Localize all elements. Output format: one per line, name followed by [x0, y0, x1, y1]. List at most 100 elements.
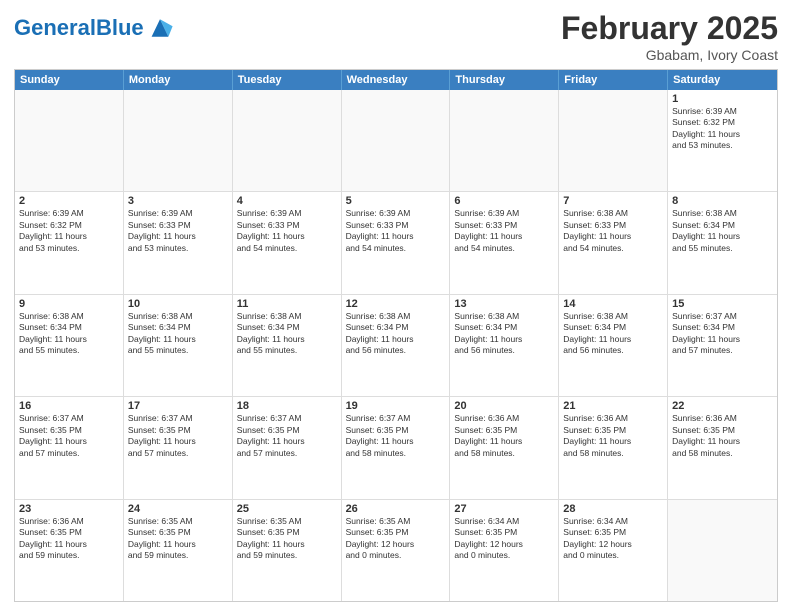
calendar-cell: 24Sunrise: 6:35 AM Sunset: 6:35 PM Dayli…	[124, 500, 233, 601]
calendar-cell: 5Sunrise: 6:39 AM Sunset: 6:33 PM Daylig…	[342, 192, 451, 293]
header-friday: Friday	[559, 70, 668, 90]
day-number: 24	[128, 503, 228, 515]
day-info: Sunrise: 6:39 AM Sunset: 6:32 PM Dayligh…	[19, 208, 119, 254]
calendar-cell: 14Sunrise: 6:38 AM Sunset: 6:34 PM Dayli…	[559, 295, 668, 396]
calendar-cell: 17Sunrise: 6:37 AM Sunset: 6:35 PM Dayli…	[124, 397, 233, 498]
day-info: Sunrise: 6:35 AM Sunset: 6:35 PM Dayligh…	[237, 516, 337, 562]
calendar-cell: 4Sunrise: 6:39 AM Sunset: 6:33 PM Daylig…	[233, 192, 342, 293]
day-info: Sunrise: 6:39 AM Sunset: 6:33 PM Dayligh…	[346, 208, 446, 254]
logo-icon	[146, 14, 174, 42]
day-info: Sunrise: 6:38 AM Sunset: 6:34 PM Dayligh…	[346, 311, 446, 357]
calendar-cell	[450, 90, 559, 191]
calendar-cell: 2Sunrise: 6:39 AM Sunset: 6:32 PM Daylig…	[15, 192, 124, 293]
day-number: 3	[128, 195, 228, 207]
day-number: 7	[563, 195, 663, 207]
calendar-cell	[342, 90, 451, 191]
day-number: 21	[563, 400, 663, 412]
day-info: Sunrise: 6:38 AM Sunset: 6:34 PM Dayligh…	[19, 311, 119, 357]
main-title: February 2025	[561, 10, 778, 47]
day-number: 6	[454, 195, 554, 207]
day-number: 25	[237, 503, 337, 515]
calendar-row: 2Sunrise: 6:39 AM Sunset: 6:32 PM Daylig…	[15, 192, 777, 294]
header-monday: Monday	[124, 70, 233, 90]
calendar-cell: 25Sunrise: 6:35 AM Sunset: 6:35 PM Dayli…	[233, 500, 342, 601]
calendar-row: 23Sunrise: 6:36 AM Sunset: 6:35 PM Dayli…	[15, 500, 777, 601]
day-info: Sunrise: 6:34 AM Sunset: 6:35 PM Dayligh…	[454, 516, 554, 562]
day-number: 5	[346, 195, 446, 207]
calendar-cell: 23Sunrise: 6:36 AM Sunset: 6:35 PM Dayli…	[15, 500, 124, 601]
day-info: Sunrise: 6:39 AM Sunset: 6:32 PM Dayligh…	[672, 106, 773, 152]
day-number: 19	[346, 400, 446, 412]
day-number: 18	[237, 400, 337, 412]
calendar-cell: 12Sunrise: 6:38 AM Sunset: 6:34 PM Dayli…	[342, 295, 451, 396]
calendar-body: 1Sunrise: 6:39 AM Sunset: 6:32 PM Daylig…	[15, 90, 777, 601]
day-info: Sunrise: 6:37 AM Sunset: 6:35 PM Dayligh…	[237, 413, 337, 459]
day-number: 9	[19, 298, 119, 310]
title-block: February 2025 Gbabam, Ivory Coast	[561, 10, 778, 63]
calendar-row: 1Sunrise: 6:39 AM Sunset: 6:32 PM Daylig…	[15, 90, 777, 192]
calendar-cell: 27Sunrise: 6:34 AM Sunset: 6:35 PM Dayli…	[450, 500, 559, 601]
calendar-cell: 13Sunrise: 6:38 AM Sunset: 6:34 PM Dayli…	[450, 295, 559, 396]
calendar-cell: 19Sunrise: 6:37 AM Sunset: 6:35 PM Dayli…	[342, 397, 451, 498]
day-info: Sunrise: 6:36 AM Sunset: 6:35 PM Dayligh…	[454, 413, 554, 459]
calendar-cell: 20Sunrise: 6:36 AM Sunset: 6:35 PM Dayli…	[450, 397, 559, 498]
day-number: 13	[454, 298, 554, 310]
day-number: 12	[346, 298, 446, 310]
header-sunday: Sunday	[15, 70, 124, 90]
day-number: 28	[563, 503, 663, 515]
calendar-cell: 3Sunrise: 6:39 AM Sunset: 6:33 PM Daylig…	[124, 192, 233, 293]
day-info: Sunrise: 6:34 AM Sunset: 6:35 PM Dayligh…	[563, 516, 663, 562]
calendar-cell: 22Sunrise: 6:36 AM Sunset: 6:35 PM Dayli…	[668, 397, 777, 498]
calendar-cell: 26Sunrise: 6:35 AM Sunset: 6:35 PM Dayli…	[342, 500, 451, 601]
day-number: 11	[237, 298, 337, 310]
header: GeneralBlue February 2025 Gbabam, Ivory …	[14, 10, 778, 63]
calendar-cell: 15Sunrise: 6:37 AM Sunset: 6:34 PM Dayli…	[668, 295, 777, 396]
day-info: Sunrise: 6:36 AM Sunset: 6:35 PM Dayligh…	[563, 413, 663, 459]
calendar-row: 9Sunrise: 6:38 AM Sunset: 6:34 PM Daylig…	[15, 295, 777, 397]
day-info: Sunrise: 6:35 AM Sunset: 6:35 PM Dayligh…	[128, 516, 228, 562]
day-number: 27	[454, 503, 554, 515]
day-info: Sunrise: 6:38 AM Sunset: 6:33 PM Dayligh…	[563, 208, 663, 254]
calendar-cell: 18Sunrise: 6:37 AM Sunset: 6:35 PM Dayli…	[233, 397, 342, 498]
calendar-row: 16Sunrise: 6:37 AM Sunset: 6:35 PM Dayli…	[15, 397, 777, 499]
day-info: Sunrise: 6:39 AM Sunset: 6:33 PM Dayligh…	[128, 208, 228, 254]
calendar-cell: 28Sunrise: 6:34 AM Sunset: 6:35 PM Dayli…	[559, 500, 668, 601]
day-info: Sunrise: 6:38 AM Sunset: 6:34 PM Dayligh…	[237, 311, 337, 357]
header-tuesday: Tuesday	[233, 70, 342, 90]
calendar-cell	[233, 90, 342, 191]
subtitle: Gbabam, Ivory Coast	[561, 47, 778, 63]
day-number: 16	[19, 400, 119, 412]
day-number: 10	[128, 298, 228, 310]
day-number: 20	[454, 400, 554, 412]
calendar-cell	[124, 90, 233, 191]
day-number: 26	[346, 503, 446, 515]
day-number: 1	[672, 93, 773, 105]
day-info: Sunrise: 6:37 AM Sunset: 6:35 PM Dayligh…	[128, 413, 228, 459]
calendar-cell: 16Sunrise: 6:37 AM Sunset: 6:35 PM Dayli…	[15, 397, 124, 498]
day-number: 17	[128, 400, 228, 412]
logo-general: General	[14, 15, 96, 40]
calendar-cell: 11Sunrise: 6:38 AM Sunset: 6:34 PM Dayli…	[233, 295, 342, 396]
calendar-cell	[668, 500, 777, 601]
calendar-cell: 1Sunrise: 6:39 AM Sunset: 6:32 PM Daylig…	[668, 90, 777, 191]
day-info: Sunrise: 6:39 AM Sunset: 6:33 PM Dayligh…	[454, 208, 554, 254]
calendar-cell	[559, 90, 668, 191]
header-wednesday: Wednesday	[342, 70, 451, 90]
day-info: Sunrise: 6:37 AM Sunset: 6:35 PM Dayligh…	[19, 413, 119, 459]
day-info: Sunrise: 6:38 AM Sunset: 6:34 PM Dayligh…	[128, 311, 228, 357]
logo-text: GeneralBlue	[14, 17, 144, 39]
calendar-cell: 9Sunrise: 6:38 AM Sunset: 6:34 PM Daylig…	[15, 295, 124, 396]
day-number: 23	[19, 503, 119, 515]
calendar: Sunday Monday Tuesday Wednesday Thursday…	[14, 69, 778, 602]
header-saturday: Saturday	[668, 70, 777, 90]
calendar-cell: 10Sunrise: 6:38 AM Sunset: 6:34 PM Dayli…	[124, 295, 233, 396]
page: GeneralBlue February 2025 Gbabam, Ivory …	[0, 0, 792, 612]
day-number: 14	[563, 298, 663, 310]
day-info: Sunrise: 6:37 AM Sunset: 6:35 PM Dayligh…	[346, 413, 446, 459]
calendar-cell: 6Sunrise: 6:39 AM Sunset: 6:33 PM Daylig…	[450, 192, 559, 293]
day-info: Sunrise: 6:39 AM Sunset: 6:33 PM Dayligh…	[237, 208, 337, 254]
day-info: Sunrise: 6:38 AM Sunset: 6:34 PM Dayligh…	[563, 311, 663, 357]
day-number: 8	[672, 195, 773, 207]
day-info: Sunrise: 6:36 AM Sunset: 6:35 PM Dayligh…	[672, 413, 773, 459]
day-number: 2	[19, 195, 119, 207]
